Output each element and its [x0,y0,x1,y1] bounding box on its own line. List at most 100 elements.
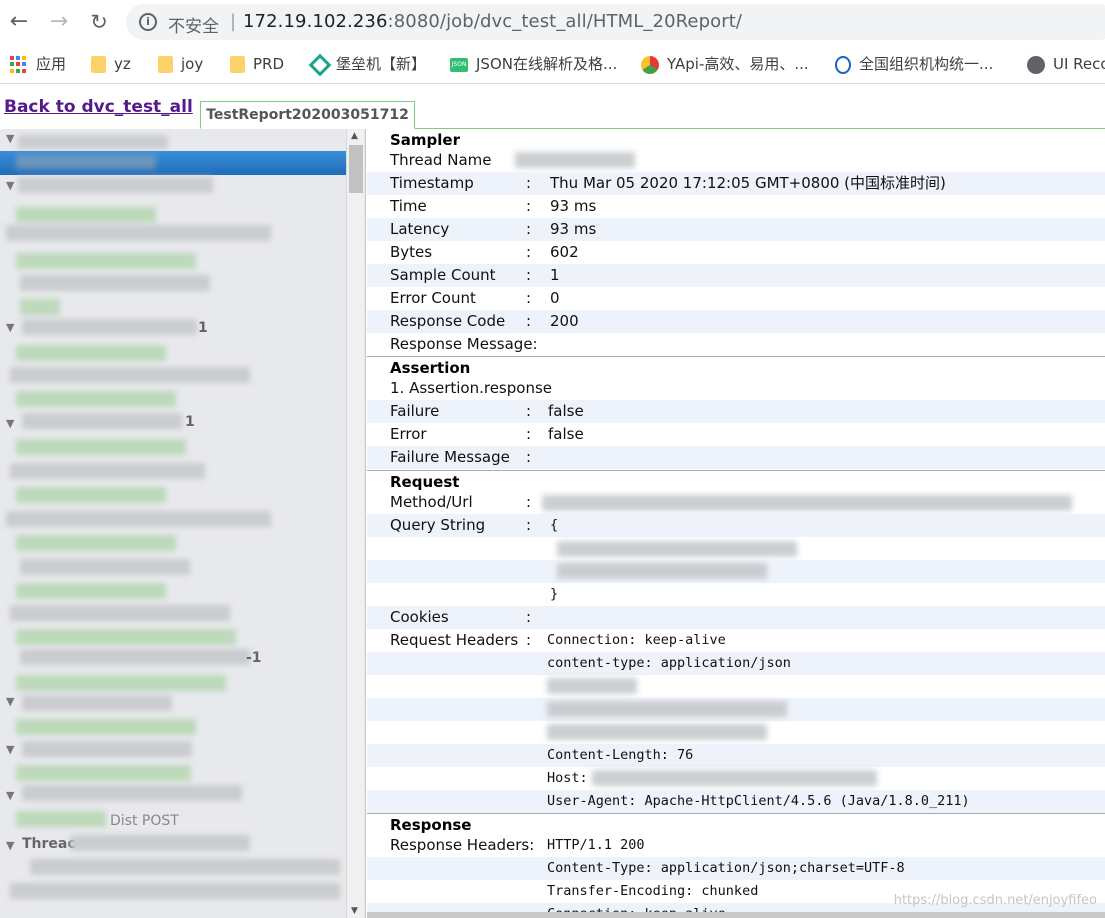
row-value: 200 [550,312,579,330]
tree-node-text: Dist POST [110,813,179,829]
header-line: Transfer-Encoding: chunked [547,883,759,899]
blurred-tree-node [16,439,186,455]
blurred-tree-node [16,207,156,223]
row-key: Time [390,197,427,215]
scroll-up-icon[interactable]: ▲ [351,131,358,141]
detail-row: } [367,583,1105,606]
bookmark-label: yz [114,55,131,73]
collapse-triangle-icon[interactable]: ▼ [6,417,14,430]
blurred-value [557,541,797,557]
blurred-tree-node [16,535,176,551]
blurred-tree-node [20,559,190,575]
row-key: Latency [390,220,450,238]
row-value: false [548,425,584,443]
reload-icon[interactable]: ↻ [85,8,113,36]
row-value: 1 [550,266,560,284]
row-value: 0 [550,289,560,307]
collapse-triangle-icon[interactable]: ▼ [6,132,14,145]
detail-row: Host: [367,767,1105,790]
bookmark-prd[interactable]: PRD [230,53,284,75]
row-colon: : [526,174,532,192]
detail-row: Time:93 ms [367,195,1105,218]
header-line: content-type: application/json [547,655,791,671]
collapse-triangle-icon[interactable]: ▼ [6,695,14,708]
blurred-tree-node [16,583,166,599]
blurred-tree-node [16,765,191,781]
row-key: Error [390,425,427,443]
tree-node-text: 1 [198,320,208,336]
folder-icon [158,56,173,73]
query-close-brace: } [550,586,559,602]
row-key: Failure Message [390,448,510,466]
row-key: Error Count [390,289,476,307]
detail-row: Content-Length: 76 [367,744,1105,767]
row-value: false [548,402,584,420]
row-colon: : [526,448,532,466]
blurred-tree-node [16,253,196,269]
info-icon[interactable]: i [139,13,157,31]
url-host: 172.19.102.236 [243,11,388,32]
bookmark-yapi[interactable]: YApi-高效、易用、... [641,53,809,75]
security-label[interactable]: 不安全 [168,12,219,37]
tab-test-report[interactable]: TestReport202003051712 [200,101,415,129]
watermark: https://blog.csdn.net/enjoyfifeo [893,893,1097,908]
back-arrow-icon[interactable]: ← [5,8,33,36]
collapse-triangle-icon[interactable]: ▼ [6,179,14,192]
detail-row [367,675,1105,698]
sample-tree[interactable]: ▼ ▼ ▼ 1 ▼ 1 -1 ▼ ▼ ▼ Dist POST ▼ Threac … [0,129,366,918]
detail-row: Response Headers: HTTP/1.1 200 [367,834,1105,857]
bookmark-bastion[interactable]: 堡垒机【新】 [308,53,426,76]
tree-selected-row[interactable] [0,151,346,175]
collapse-triangle-icon[interactable]: ▼ [6,839,14,852]
header-line: Connection: keep-alive [547,632,726,648]
bookmark-yz[interactable]: yz [91,53,131,75]
tree-scrollbar[interactable]: ▲ ▼ [346,129,364,918]
row-key: Thread Name [390,151,492,169]
scroll-thumb[interactable] [349,145,363,193]
blurred-tree-node [10,463,205,479]
header-line: Connection: keep-alive [547,903,726,912]
blurred-tree-node [22,785,242,801]
row-key: Sample Count [390,266,496,284]
blurred-tree-node [18,135,168,149]
bookmark-json[interactable]: JSON JSON在线解析及格... [450,53,617,75]
blurred-tree-node [10,367,250,383]
row-colon: : [526,516,532,534]
scroll-down-icon[interactable]: ▼ [351,906,358,916]
bookmark-org[interactable]: 全国组织机构统一... [835,53,993,75]
detail-row: Timestamp: Thu Mar 05 2020 17:12:05 GMT+0… [367,172,1105,195]
horizontal-scrollbar[interactable] [367,912,1105,918]
blurred-tree-node [16,719,196,735]
detail-row: Error Count:0 [367,287,1105,310]
blurred-tree-node [16,345,166,361]
detail-row: Failure: false [367,400,1105,423]
collapse-triangle-icon[interactable]: ▼ [6,743,14,756]
tree-node-text: 1 [185,414,195,430]
blurred-tree-node [20,275,210,291]
row-key: Response Message: [390,335,538,353]
collapse-triangle-icon[interactable]: ▼ [6,321,14,334]
blurred-tree-node [16,629,236,645]
url-text[interactable]: 172.19.102.236:8080/job/dvc_test_all/HTM… [243,11,742,32]
row-colon: : [526,197,532,215]
row-colon: : [526,312,532,330]
detail-row: Request Headers: Connection: keep-alive [367,629,1105,652]
row-colon: : [526,220,532,238]
detail-row: Response Code:200 [367,310,1105,333]
blurred-tree-node [22,413,182,429]
detail-row: Bytes:602 [367,241,1105,264]
blurred-tree-node [16,391,176,407]
blurred-value [592,770,877,786]
bookmark-ui[interactable]: UI Reco [1027,53,1105,75]
address-bar[interactable]: i 不安全 | 172.19.102.236:8080/job/dvc_test… [126,4,1105,40]
back-to-job-link[interactable]: Back to dvc_test_all [4,97,193,117]
bookmark-joy[interactable]: joy [158,53,203,75]
bookmark-label: PRD [253,55,285,73]
row-key: Query String [390,516,486,534]
forward-arrow-icon[interactable]: → [45,8,73,36]
detail-row: Content-Type: application/json;charset=U… [367,857,1105,880]
bookmark-apps[interactable]: 应用 [10,53,66,75]
detail-row: Response Message: [367,333,1105,356]
collapse-triangle-icon[interactable]: ▼ [6,789,14,802]
detail-row: Thread Name [367,149,1105,172]
